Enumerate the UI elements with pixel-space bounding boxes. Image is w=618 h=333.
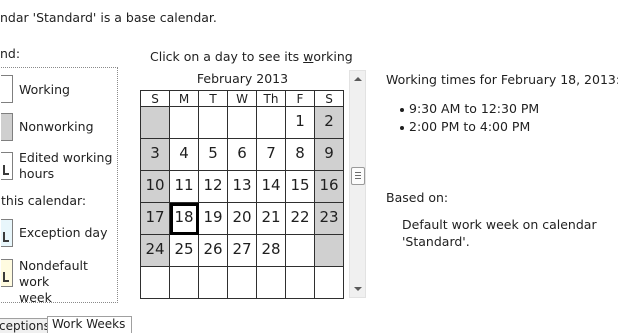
calendar-day[interactable]: 22 [285, 202, 315, 235]
calendar-empty-cell [227, 106, 257, 139]
calendar-empty-cell [140, 266, 170, 299]
calendar-day[interactable]: 12 [198, 170, 228, 203]
calendar-day[interactable]: 16 [314, 170, 344, 203]
tab-work-weeks[interactable]: Work Weeks [47, 316, 132, 333]
calendar-week-row: 17 18 19 20 21 22 23 [140, 202, 344, 235]
legend-panel: Working Nonworking Edited working hours … [0, 67, 118, 305]
weekday-header: W [227, 90, 257, 107]
grip-line [355, 178, 361, 179]
legend-section-title: this calendar: [1, 193, 87, 208]
calendar-day[interactable]: 6 [227, 138, 257, 171]
nondefault-week-mark-icon [3, 272, 9, 282]
calendar-day[interactable]: 26 [198, 234, 228, 267]
calendar-day[interactable]: 15 [285, 170, 315, 203]
calendar-day[interactable]: 28 [256, 234, 286, 267]
calendar-week-row: 3456789 [140, 138, 344, 171]
scroll-up-arrow-icon[interactable] [354, 77, 362, 81]
calendar-empty-cell [314, 266, 344, 299]
grip-line [355, 175, 361, 176]
calendar-day[interactable]: 20 [227, 202, 257, 235]
scroll-down-arrow-icon[interactable] [354, 287, 362, 291]
calendar[interactable]: February 2013 S M T W Th F S 1 2 3 4 5 6 7 8 9 10… [140, 69, 345, 299]
calendar-day[interactable]: 11 [169, 170, 199, 203]
weekday-header: S [314, 90, 344, 107]
bullet-icon [400, 125, 404, 130]
calendar-week-row: 10 11 12 13 14 15 16 [140, 170, 344, 203]
calendar-empty-cell [314, 234, 344, 267]
calendar-week-row: 12 [140, 106, 344, 139]
calendar-empty-cell [256, 106, 286, 139]
working-times-list: 9:30 AM to 12:30 PM 2:00 PM to 4:00 PM [400, 100, 539, 136]
base-calendar-notice: ndar 'Standard' is a base calendar. [0, 10, 217, 25]
bullet-icon [400, 107, 404, 112]
legend-title: nd: [0, 46, 21, 61]
calendar-day[interactable]: 3 [140, 138, 170, 171]
weekday-header: M [169, 90, 199, 107]
calendar-week-row: 24 25 26 27 28 [140, 234, 344, 267]
calendar-day[interactable]: 17 [140, 202, 170, 235]
grip-icon [355, 172, 361, 173]
list-item: 9:30 AM to 12:30 PM [400, 100, 539, 118]
calendar-day[interactable]: 14 [256, 170, 286, 203]
nonworking-swatch [1, 113, 13, 141]
based-on-title: Based on: [386, 190, 449, 205]
calendar-day[interactable]: 9 [314, 138, 344, 171]
calendar-day[interactable]: 5 [198, 138, 228, 171]
edited-hours-mark-icon [3, 165, 9, 175]
calendar-empty-cell [198, 106, 228, 139]
weekday-header: T [198, 90, 228, 107]
legend-nondefault-label: Nondefault work week [19, 258, 88, 305]
calendar-empty-cell [140, 106, 170, 139]
calendar-scrollbar[interactable] [349, 70, 366, 298]
legend-exception-label: Exception day [19, 225, 108, 240]
working-swatch [1, 75, 13, 103]
calendar-day[interactable]: 27 [227, 234, 257, 267]
legend-edited-label: Edited working hours [19, 150, 113, 181]
calendar-empty-cell [198, 266, 228, 299]
nondefault-week-swatch [1, 259, 13, 287]
exception-day-swatch [1, 219, 13, 247]
legend-nonworking-label: Nonworking [19, 119, 94, 134]
exception-day-mark-icon [3, 232, 9, 242]
tab-exceptions[interactable]: ceptions [0, 318, 50, 333]
scrollbar-thumb[interactable] [351, 167, 365, 185]
calendar-day[interactable]: 23 [314, 202, 344, 235]
calendar-empty-cell [285, 234, 315, 267]
calendar-day[interactable]: 24 [140, 234, 170, 267]
working-times-title: Working times for February 18, 2013: [386, 72, 618, 87]
calendar-day[interactable]: 21 [256, 202, 286, 235]
calendar-empty-cell [285, 266, 315, 299]
calendar-day[interactable]: 7 [256, 138, 286, 171]
calendar-day-selected[interactable]: 18 [169, 202, 199, 235]
access-key: w [303, 49, 314, 64]
based-on-detail: Default work week on calendar 'Standard'… [402, 217, 597, 249]
calendar-day[interactable]: 4 [169, 138, 199, 171]
calendar-grid[interactable]: S M T W Th F S 1 2 3 4 5 6 7 8 9 10 11 12 13 14 15 16 17… [140, 90, 344, 299]
edited-hours-swatch [1, 152, 13, 180]
calendar-day[interactable]: 1 [285, 106, 315, 139]
tab-strip: ceptions Work Weeks [0, 316, 618, 333]
month-title: February 2013 [196, 71, 289, 86]
calendar-day[interactable]: 25 [169, 234, 199, 267]
calendar-day[interactable]: 13 [227, 170, 257, 203]
calendar-instruction: Click on a day to see its working [150, 49, 353, 64]
legend-working-label: Working [19, 82, 70, 97]
calendar-week-row [140, 266, 344, 299]
calendar-day[interactable]: 19 [198, 202, 228, 235]
calendar-empty-cell [227, 266, 257, 299]
calendar-empty-cell [169, 266, 199, 299]
calendar-day[interactable]: 8 [285, 138, 315, 171]
weekday-header: F [285, 90, 315, 107]
weekday-header: Th [256, 90, 286, 107]
calendar-empty-cell [169, 106, 199, 139]
calendar-day[interactable]: 10 [140, 170, 170, 203]
weekday-header: S [140, 90, 170, 107]
calendar-day[interactable]: 2 [314, 106, 344, 139]
list-item: 2:00 PM to 4:00 PM [400, 118, 539, 136]
calendar-empty-cell [256, 266, 286, 299]
